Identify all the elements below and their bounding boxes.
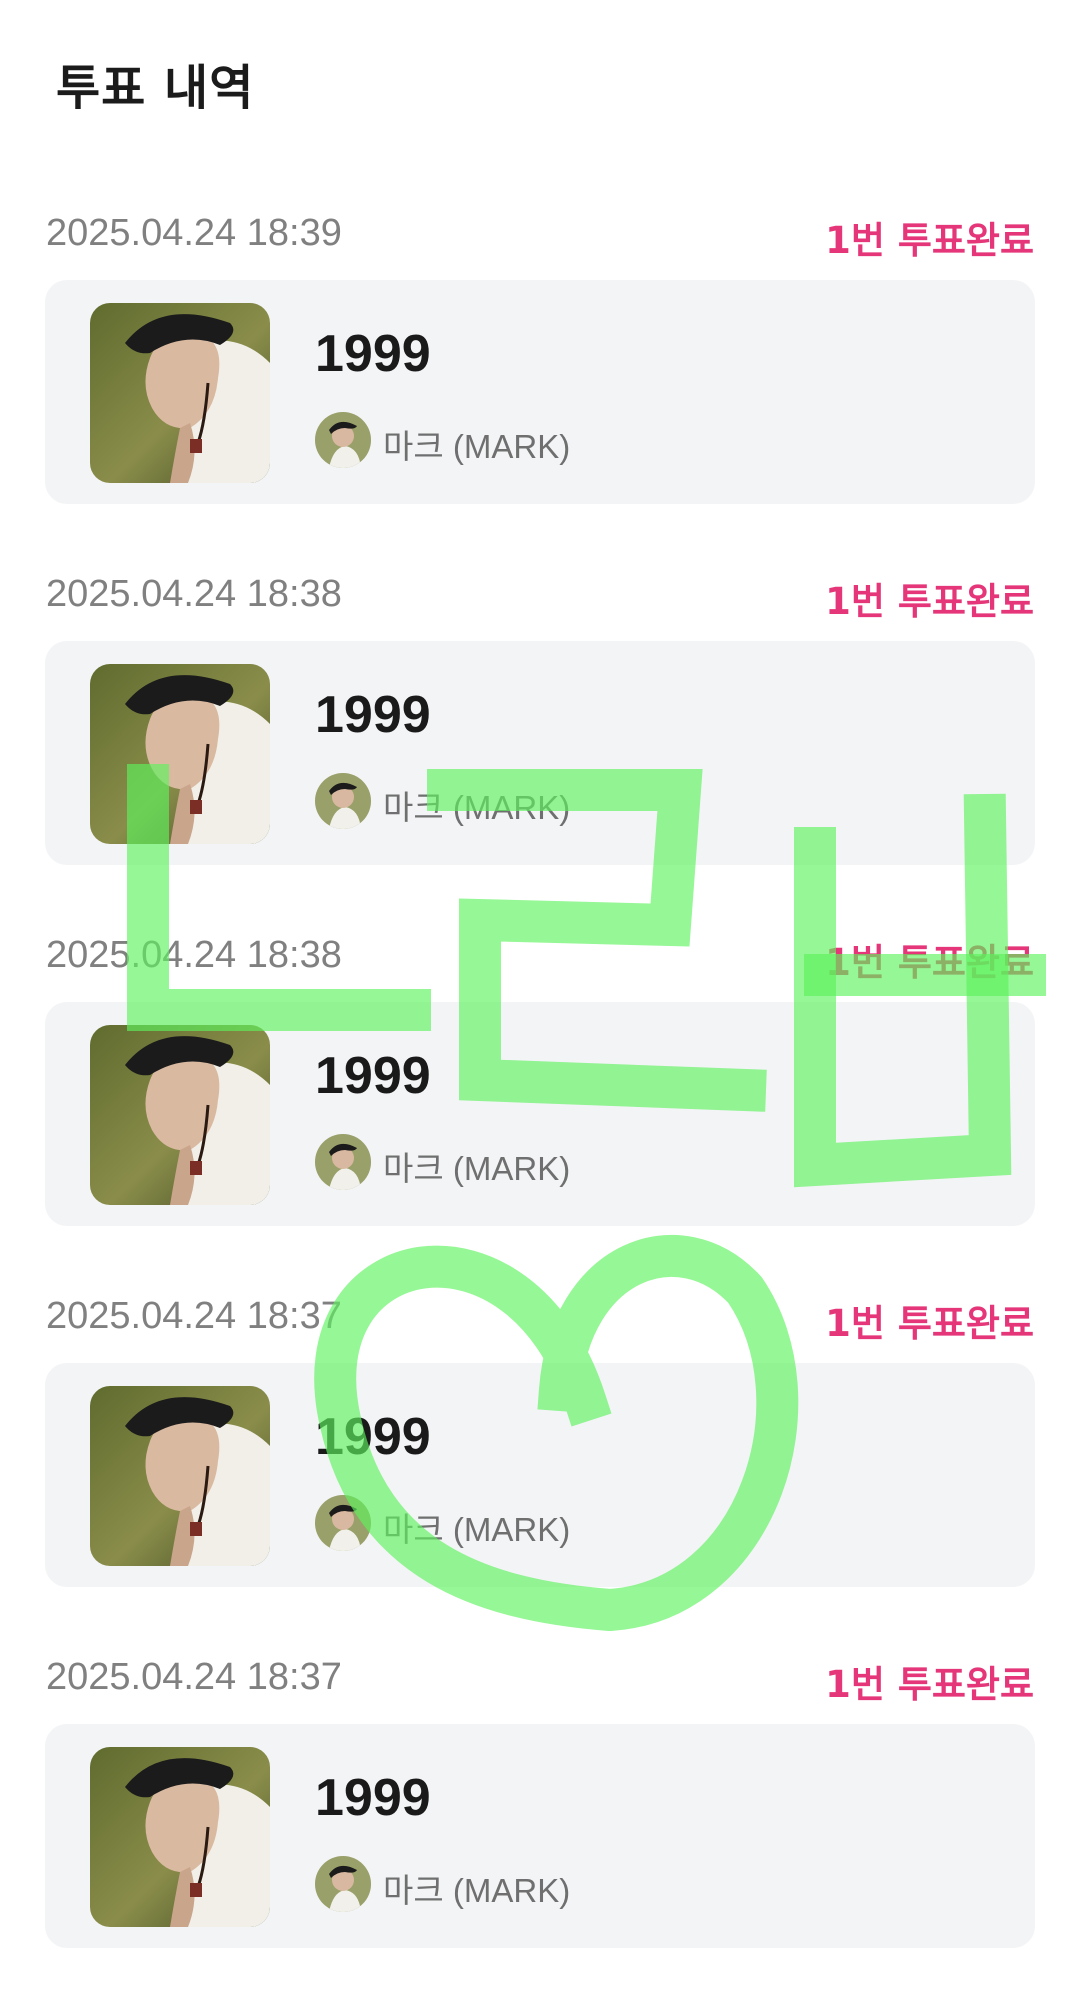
artist-avatar	[315, 773, 371, 829]
artist-name: 마크 (MARK)	[383, 428, 571, 465]
vote-entry-5: 2025.04.24 18:37 1번 투표완료 1999 마크 (MARK)	[0, 1652, 1080, 1992]
entry-header: 2025.04.24 18:38 1번 투표완료	[46, 930, 1034, 990]
entry-header: 2025.04.24 18:38 1번 투표완료	[46, 569, 1034, 629]
album-cover-image	[90, 1747, 270, 1927]
artist-name: 마크 (MARK)	[383, 1872, 571, 1909]
song-title: 1999	[315, 1769, 431, 1827]
artist-name: 마크 (MARK)	[383, 1150, 571, 1187]
entry-header: 2025.04.24 18:39 1번 투표완료	[46, 208, 1034, 268]
album-cover-image	[90, 1025, 270, 1205]
vote-timestamp: 2025.04.24 18:37	[46, 1656, 342, 1698]
song-card[interactable]: 1999 마크 (MARK)	[45, 280, 1035, 504]
song-card[interactable]: 1999 마크 (MARK)	[45, 641, 1035, 865]
artist-name: 마크 (MARK)	[383, 789, 571, 826]
vote-status-badge: 1번 투표완료	[825, 219, 1034, 262]
song-title: 1999	[315, 1408, 431, 1466]
vote-timestamp: 2025.04.24 18:39	[46, 212, 342, 254]
vote-timestamp: 2025.04.24 18:38	[46, 573, 342, 615]
album-cover-image	[90, 1386, 270, 1566]
vote-status-badge: 1번 투표완료	[825, 941, 1034, 984]
vote-entry-3: 2025.04.24 18:38 1번 투표완료 1999 마크 (MARK)	[0, 930, 1080, 1270]
vote-status-badge: 1번 투표완료	[825, 1663, 1034, 1706]
page-title: 투표 내역	[56, 60, 255, 116]
song-card[interactable]: 1999 마크 (MARK)	[45, 1363, 1035, 1587]
artist-avatar	[315, 1495, 371, 1551]
album-cover-image	[90, 303, 270, 483]
vote-entry-2: 2025.04.24 18:38 1번 투표완료 1999 마크 (MARK)	[0, 569, 1080, 909]
vote-entry-4: 2025.04.24 18:37 1번 투표완료 1999 마크 (MARK)	[0, 1291, 1080, 1631]
vote-timestamp: 2025.04.24 18:38	[46, 934, 342, 976]
vote-timestamp: 2025.04.24 18:37	[46, 1295, 342, 1337]
artist-avatar	[315, 1134, 371, 1190]
vote-status-badge: 1번 투표완료	[825, 580, 1034, 623]
song-title: 1999	[315, 686, 431, 744]
song-title: 1999	[315, 325, 431, 383]
album-cover-image	[90, 664, 270, 844]
artist-avatar	[315, 412, 371, 468]
vote-status-badge: 1번 투표완료	[825, 1302, 1034, 1345]
song-card[interactable]: 1999 마크 (MARK)	[45, 1002, 1035, 1226]
artist-avatar	[315, 1856, 371, 1912]
artist-name: 마크 (MARK)	[383, 1511, 571, 1548]
song-card[interactable]: 1999 마크 (MARK)	[45, 1724, 1035, 1948]
entry-header: 2025.04.24 18:37 1번 투표완료	[46, 1291, 1034, 1351]
entry-header: 2025.04.24 18:37 1번 투표완료	[46, 1652, 1034, 1712]
vote-entry-1: 2025.04.24 18:39 1번 투표완료 1999 마크 (MARK)	[0, 208, 1080, 548]
song-title: 1999	[315, 1047, 431, 1105]
